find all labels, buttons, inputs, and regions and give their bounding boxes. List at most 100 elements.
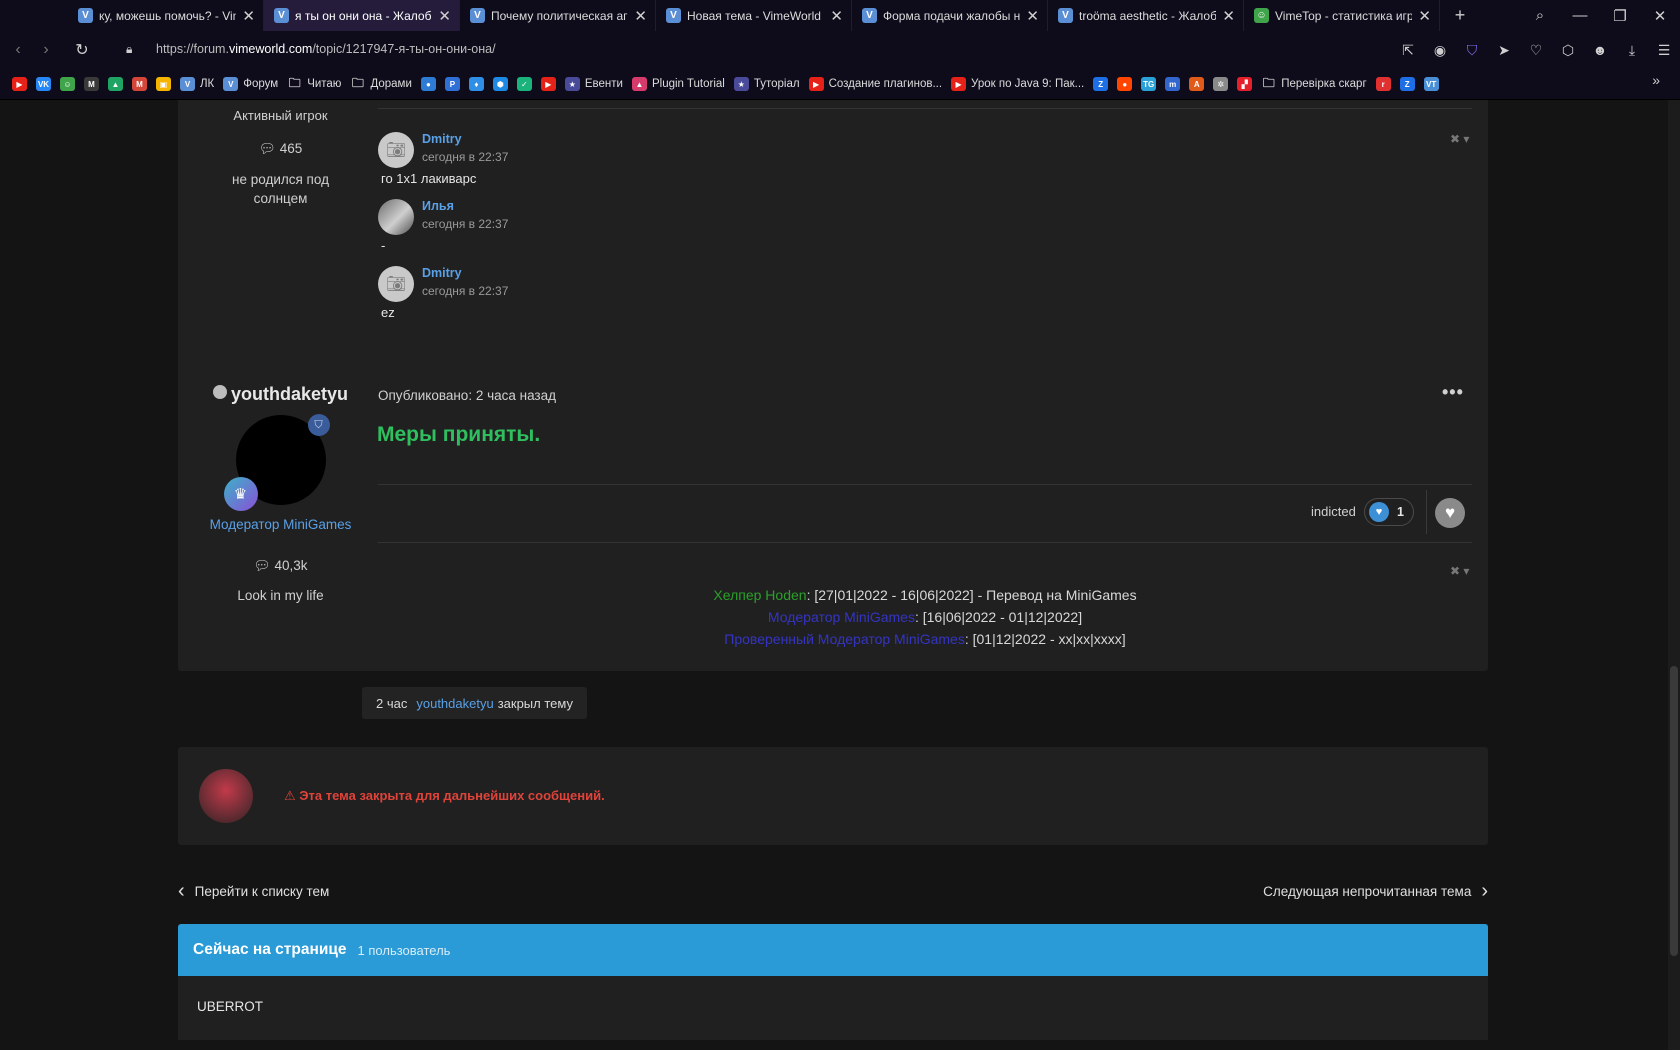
comment-author-link[interactable]: Dmitry	[422, 266, 462, 280]
bookmark-item[interactable]: Z	[1093, 77, 1109, 91]
event-user-link[interactable]: youthdaketyu	[416, 696, 493, 711]
bookmark-item[interactable]: V ЛК	[180, 77, 214, 91]
comment-tools-icon[interactable]: ✖ ▾	[1450, 132, 1469, 146]
bookmark-item[interactable]: ♦	[468, 77, 484, 91]
close-tab-icon[interactable]: ✕	[830, 7, 843, 25]
browser-tab[interactable]: V Форма подачи жалобы на правила ✕	[852, 0, 1048, 31]
bookmark-item[interactable]: VT	[1423, 77, 1439, 91]
avatar[interactable]: ⛉ ♛	[223, 414, 330, 511]
bookmark-item[interactable]: m	[1165, 77, 1181, 91]
bookmark-item[interactable]: ▶	[12, 77, 27, 91]
comment-date: сегодня в 22:37	[422, 284, 509, 298]
close-tab-icon[interactable]: ✕	[438, 7, 451, 25]
chevron-right-icon[interactable]: ›	[1481, 880, 1488, 903]
bookmark-item[interactable]: ★ Туторіал	[733, 77, 800, 91]
online-user-link[interactable]: UBERROT	[197, 999, 263, 1014]
bookmark-item[interactable]: VK	[36, 77, 51, 91]
search-tabs-icon[interactable]: ⌕	[1520, 7, 1560, 24]
bookmark-item[interactable]: P	[444, 77, 460, 91]
adblock-shield-icon[interactable]: ⛉	[1456, 42, 1488, 59]
bookmark-item[interactable]: ✓	[516, 77, 532, 91]
signature-tools-icon[interactable]: ✖ ▾	[1450, 564, 1469, 578]
send-icon[interactable]: ➤	[1488, 42, 1520, 59]
browser-tab[interactable]: V Почему политическая агитация ✕	[460, 0, 656, 31]
close-tab-icon[interactable]: ✕	[634, 7, 647, 25]
heart-reaction-icon: ♥	[1369, 502, 1389, 522]
cube-icon[interactable]: ⬡	[1552, 42, 1584, 59]
bookmark-item[interactable]: ▲	[108, 77, 123, 91]
restore-icon[interactable]: ❐	[1600, 7, 1640, 25]
bookmark-folder[interactable]: 🗀︎ Перевірка скарг	[1261, 75, 1367, 91]
author-role[interactable]: Модератор MiniGames	[178, 517, 383, 532]
share-icon[interactable]: ⇱	[1392, 42, 1424, 59]
bookmark-item[interactable]: ⬢	[492, 77, 508, 91]
reaction-count-badge[interactable]: ♥ 1	[1364, 498, 1414, 526]
back-icon[interactable]: ‹	[4, 41, 32, 59]
close-window-icon[interactable]: ✕	[1640, 7, 1680, 25]
bookmark-favicon-icon: ⬢	[492, 77, 508, 91]
avatar[interactable]	[378, 199, 414, 235]
bookmark-item[interactable]: ▶ Урок по Java 9: Пак...	[951, 77, 1084, 91]
bookmark-item[interactable]: V Форум	[223, 77, 278, 91]
reload-icon[interactable]: ↻	[68, 40, 96, 60]
bookmark-favicon-icon: ▲	[631, 77, 647, 91]
bookmark-item[interactable]: ▶	[540, 77, 556, 91]
url-field[interactable]: https://forum.vimeworld.com/topic/121794…	[156, 42, 496, 56]
scrollbar-thumb[interactable]	[1670, 666, 1678, 956]
bookmark-item[interactable]: M	[132, 77, 147, 91]
browser-tab[interactable]: Vку, можешь помочь? - VimeWorld ✕	[68, 0, 264, 31]
browser-tab[interactable]: ☺ VimeTop - статистика игроков ✕	[1244, 0, 1440, 31]
online-users-header: Сейчас на странице 1 пользователь	[178, 924, 1488, 976]
comment-author-link[interactable]: Dmitry	[422, 132, 462, 146]
bookmark-item[interactable]: ▣	[156, 77, 171, 91]
bookmark-label: Урок по Java 9: Пак...	[971, 78, 1085, 90]
react-heart-button[interactable]: ♥	[1435, 498, 1465, 528]
bookmark-item[interactable]: ●	[420, 77, 436, 91]
comment-author-link[interactable]: Илья	[422, 199, 454, 213]
post-options-icon[interactable]: •••	[1442, 382, 1464, 403]
folder-icon: 🗀︎	[1262, 75, 1275, 90]
current-user-avatar[interactable]	[199, 769, 253, 823]
next-unread-topic-link[interactable]: Следующая непрочитанная тема ›	[1263, 880, 1488, 903]
bookmark-item[interactable]: ✲	[1213, 77, 1229, 91]
tab-title: я ты он они она - Жалобы на	[295, 8, 432, 23]
avatar-placeholder-camera-icon[interactable]: 📷︎	[378, 132, 414, 168]
bookmark-item[interactable]: r	[1375, 77, 1391, 91]
bookmark-item[interactable]: ▲ Plugin Tutorial	[631, 77, 725, 91]
bookmark-item[interactable]: ☺	[60, 77, 75, 91]
bookmark-favicon-icon: VT	[1423, 77, 1439, 91]
bookmark-item[interactable]: Z	[1399, 77, 1415, 91]
minimize-icon[interactable]: —	[1560, 7, 1600, 24]
browser-tab[interactable]: V Новая тема - VimeWorld - Форум ✕	[656, 0, 852, 31]
forward-icon[interactable]: ›	[32, 41, 60, 59]
snapshot-icon[interactable]: ◉	[1424, 42, 1456, 59]
reaction-user[interactable]: indicted	[1311, 504, 1356, 519]
bookmark-folder[interactable]: 🗀︎ Дорами	[350, 76, 412, 91]
profile-icon[interactable]: ☻	[1584, 42, 1616, 58]
avatar-placeholder-camera-icon[interactable]: 📷︎	[378, 266, 414, 302]
browser-tab[interactable]: Vtroöma aesthetic - Жалобы на ✕	[1048, 0, 1244, 31]
new-tab-icon[interactable]: +	[1446, 5, 1474, 26]
browser-tab-active[interactable]: Vя ты он они она - Жалобы на ✕	[264, 0, 460, 31]
bookmark-item[interactable]: ●	[1117, 77, 1133, 91]
back-to-topics-link[interactable]: ‹ Перейти к списку тем	[178, 880, 329, 903]
page-scrollbar[interactable]	[1668, 100, 1680, 1050]
bookmark-favicon-icon: A	[1189, 77, 1205, 91]
more-bookmarks-icon[interactable]: »	[1652, 72, 1660, 88]
bookmark-item[interactable]: M	[84, 77, 99, 91]
online-title: Сейчас на странице	[193, 941, 347, 958]
download-icon[interactable]: ⤓	[1616, 42, 1648, 59]
post-author[interactable]: youthdaketyu	[178, 384, 383, 405]
bookmark-item[interactable]: A	[1189, 77, 1205, 91]
bookmark-item[interactable]: ▞	[1237, 77, 1253, 91]
bookmark-folder[interactable]: 🗀︎ Читаю	[287, 76, 342, 91]
close-tab-icon[interactable]: ✕	[1222, 7, 1235, 25]
menu-icon[interactable]: ☰	[1648, 42, 1680, 59]
bookmark-item[interactable]: ▶ Создание плагинов...	[808, 77, 942, 91]
close-tab-icon[interactable]: ✕	[242, 7, 255, 25]
close-tab-icon[interactable]: ✕	[1026, 7, 1039, 25]
heart-icon[interactable]: ♡	[1520, 42, 1552, 59]
bookmark-item[interactable]: TG	[1141, 77, 1157, 91]
bookmark-item[interactable]: ★ Евенти	[564, 77, 623, 91]
close-tab-icon[interactable]: ✕	[1418, 7, 1431, 25]
